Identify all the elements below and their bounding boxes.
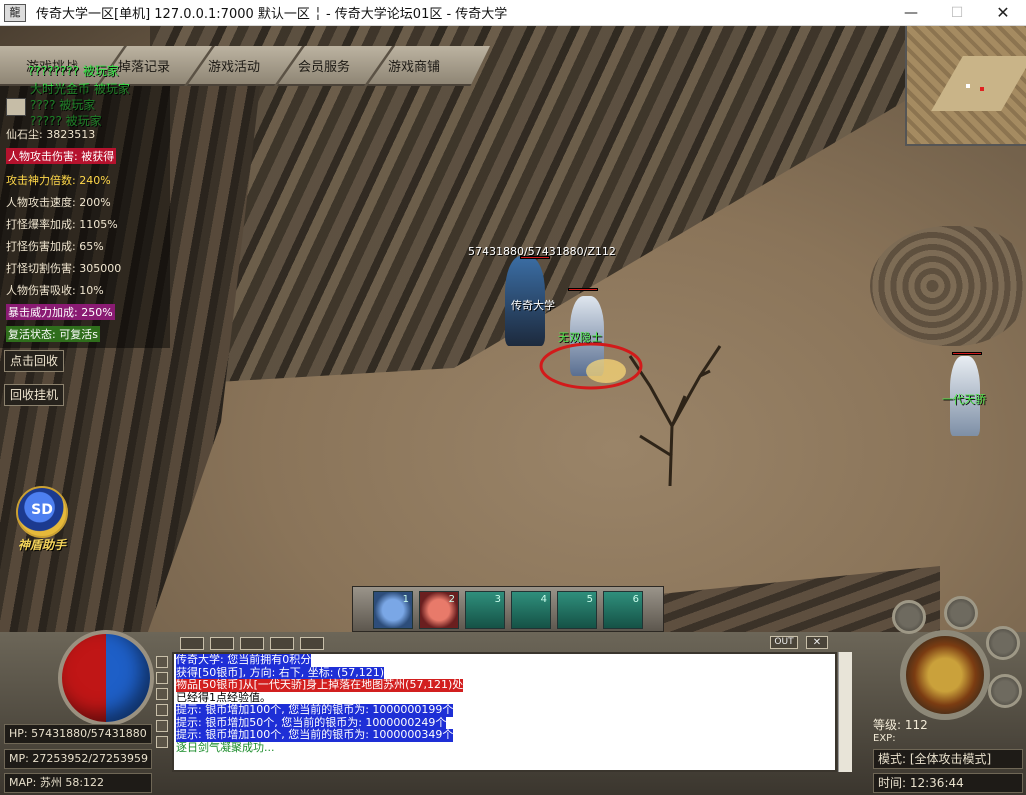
tab-drop-records[interactable]: 掉落记录	[118, 56, 170, 75]
stat-row: 人物攻击速度: 200%	[6, 196, 111, 209]
auto-recycle-button[interactable]: 回收挂机	[4, 384, 64, 406]
chat-tab-icon[interactable]	[156, 688, 168, 700]
chat-tab-icon[interactable]	[156, 656, 168, 668]
exp-label: EXP:	[873, 733, 896, 744]
stat-row: 仙石尘: 3823513	[6, 128, 96, 141]
chat-tab-icon[interactable]	[156, 704, 168, 716]
chat-log[interactable]: 传奇大学: 您当前拥有0积分 获得[50银币], 方向: 右下, 坐标: (57…	[172, 652, 837, 772]
player-name: 传奇大学	[511, 299, 555, 312]
enemy1-name: 无双隐士	[558, 331, 602, 344]
settings-icon[interactable]	[988, 674, 1022, 708]
stat-row: 攻击神力倍数: 240%	[6, 174, 111, 187]
chat-up-icon[interactable]	[180, 637, 204, 650]
stat-row: 人物伤害吸收: 10%	[6, 284, 104, 297]
helper-label: 神盾助手	[17, 538, 66, 552]
stat-row: 打怪切割伤害: 305000	[6, 262, 122, 275]
player-hp-label: 57431880/57431880/Z112	[468, 245, 616, 258]
close-button[interactable]: ✕	[980, 0, 1026, 26]
minimize-button[interactable]: —	[888, 0, 934, 26]
promo-line: ???????? 被玩家	[28, 64, 119, 78]
stat-row: 复活状态: 可复活s	[6, 326, 100, 342]
map-readout: MAP: 苏州 58:122	[4, 773, 152, 793]
selection-ring	[539, 342, 643, 390]
maximize-button[interactable]: ☐	[934, 0, 980, 26]
chat-tab-icon[interactable]	[156, 736, 168, 748]
skill-bar: 1 2 3 4 5 6	[352, 586, 664, 632]
shield-helper-icon: SD	[16, 486, 68, 538]
minimap[interactable]	[905, 26, 1026, 146]
chat-group-icon[interactable]	[270, 637, 294, 650]
minimap-player-marker	[966, 84, 970, 88]
stat-row: 暴击威力加成: 250%	[6, 304, 115, 320]
window-title: 传奇大学一区[单机] 127.0.0.1:7000 默认一区 ╎ - 传奇大学论…	[36, 7, 508, 22]
hp-mp-orb	[58, 630, 154, 726]
app-icon: 龍	[4, 3, 26, 22]
chat-out-button[interactable]: OUT	[770, 636, 798, 649]
main-menu-ring-icon[interactable]	[900, 630, 990, 720]
chat-line: 传奇大学: 您当前拥有0积分	[176, 653, 312, 667]
skill-slot[interactable]: 4	[511, 591, 551, 629]
chat-line: 提示: 银币增加100个, 您当前的银币为: 1000000349个	[176, 728, 454, 742]
skill-slot[interactable]: 3	[465, 591, 505, 629]
chat-side-tabs	[156, 656, 170, 756]
skill-slot[interactable]: 6	[603, 591, 643, 629]
attack-mode-readout[interactable]: 模式: [全体攻击模式]	[873, 749, 1023, 769]
game-window: 龍 传奇大学一区[单机] 127.0.0.1:7000 默认一区 ╎ - 传奇大…	[0, 0, 1026, 795]
minimap-enemy-marker	[980, 87, 984, 91]
chat-tab-icon[interactable]	[156, 720, 168, 732]
rock-formation	[870, 226, 1026, 346]
stat-row: 打怪爆率加成: 1105%	[6, 218, 118, 231]
enemy2-hp-bar	[952, 352, 982, 355]
mp-readout: MP: 27253952/27253959	[4, 749, 152, 769]
helper-badge-text: SD	[31, 502, 53, 518]
skills-icon[interactable]	[986, 626, 1020, 660]
chat-refresh-icon[interactable]	[210, 637, 234, 650]
chat-channel-icon[interactable]	[240, 637, 264, 650]
shield-helper-button[interactable]: SD 神盾助手	[8, 486, 76, 554]
chat-close-button[interactable]: ✕	[806, 636, 828, 649]
chat-mail-icon[interactable]	[300, 637, 324, 650]
chat-tab-icon[interactable]	[156, 672, 168, 684]
chat-line: 逐日剑气凝聚成功...	[176, 740, 275, 754]
enemy1-hp-bar	[568, 288, 598, 291]
hp-readout: HP: 57431880/57431880	[4, 724, 152, 744]
stats-panel: 仙石尘: 3823513 人物攻击伤害: 被获得 攻击神力倍数: 240% 人物…	[0, 86, 170, 348]
recycle-button[interactable]: 点击回收	[4, 350, 64, 372]
chat-line: 提示: 银币增加100个, 您当前的银币为: 1000000199个	[176, 703, 454, 717]
level-readout: 等级: 112	[873, 718, 928, 732]
time-readout: 时间: 12:36:44	[873, 773, 1023, 793]
character-icon[interactable]	[944, 596, 978, 630]
tab-vip-service[interactable]: 会员服务	[298, 56, 350, 75]
panel-toggle-icon[interactable]	[6, 98, 26, 116]
tab-game-shop[interactable]: 游戏商铺	[388, 56, 440, 75]
skill-slot[interactable]: 1	[373, 591, 413, 629]
enemy2-name: 一代天骄	[942, 393, 986, 406]
skill-slot[interactable]: 5	[557, 591, 597, 629]
chat-toolbar	[180, 635, 340, 650]
stat-row: 人物攻击伤害: 被获得	[6, 148, 117, 164]
tab-game-events[interactable]: 游戏活动	[208, 56, 260, 75]
minimap-road	[931, 56, 1026, 111]
title-bar: 龍 传奇大学一区[单机] 127.0.0.1:7000 默认一区 ╎ - 传奇大…	[0, 0, 1026, 26]
chat-scrollbar[interactable]	[838, 652, 852, 772]
chat-line: 物品[50银币]从[一代天骄]身上掉落在地图苏州(57,121)处	[176, 678, 464, 692]
bag-icon[interactable]	[892, 600, 926, 634]
skill-slot[interactable]: 2	[419, 591, 459, 629]
stat-row: 打怪伤害加成: 65%	[6, 240, 104, 253]
